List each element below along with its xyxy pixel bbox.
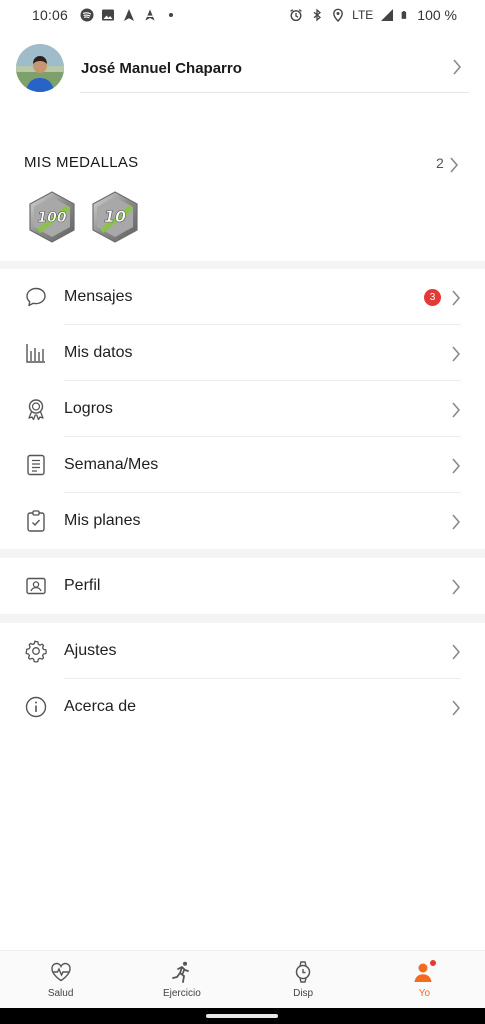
nav-tab-ejercicio[interactable]: Ejercicio	[121, 951, 242, 1008]
menu-item-logros[interactable]: Logros	[0, 381, 485, 437]
section-separator	[0, 614, 485, 623]
award-icon	[28, 399, 44, 421]
notification-badge: 3	[424, 289, 441, 306]
report-icon	[27, 454, 45, 476]
profile-row[interactable]: José Manuel Chaparro	[0, 42, 485, 96]
medal-icon: 100	[29, 191, 75, 243]
medals-title: MIS MEDALLAS	[24, 154, 139, 171]
profile-card-icon	[26, 577, 46, 595]
menu-item-semana-mes[interactable]: Semana/Mes	[0, 437, 485, 493]
nav-label: Salud	[47, 988, 74, 999]
chevron-right-icon	[452, 644, 461, 660]
menu-item-mis-planes[interactable]: Mis planes	[0, 493, 485, 549]
chevron-right-icon	[452, 290, 461, 306]
menu-item-mis-datos[interactable]: Mis datos	[0, 325, 485, 381]
medal-label: 10	[104, 207, 126, 226]
status-time: 10:06	[32, 7, 69, 23]
menu-item-perfil[interactable]: Perfil	[0, 558, 485, 614]
nav-tab-disp[interactable]: Disp	[243, 951, 364, 1008]
chevron-right-icon	[452, 346, 461, 362]
location-icon	[333, 8, 344, 22]
chevron-right-icon	[452, 700, 461, 716]
medal-badge[interactable]: 10	[90, 191, 140, 243]
medal-badge[interactable]: 100	[27, 191, 77, 243]
watch-icon	[295, 961, 311, 983]
nav-label: Ejercicio	[162, 988, 201, 999]
medal-label: 100	[37, 210, 66, 226]
alarm-icon	[290, 9, 302, 22]
clipboard-check-icon	[27, 510, 45, 532]
network-type: LTE	[352, 8, 374, 22]
menu-label: Ajustes	[64, 642, 117, 659]
chevron-right-icon	[450, 157, 459, 173]
menu-label: Logros	[64, 400, 113, 417]
section-separator	[0, 261, 485, 269]
avatar[interactable]	[16, 44, 64, 92]
navigation-outline-icon	[145, 9, 155, 21]
medal-icon: 10	[92, 191, 138, 243]
bottom-nav: Salud Ejercicio Disp Yo	[0, 950, 485, 1008]
home-gesture-handle[interactable]	[206, 1014, 278, 1018]
chevron-right-icon	[453, 59, 462, 75]
system-gesture-bar	[0, 1008, 485, 1024]
profile-name: José Manuel Chaparro	[81, 60, 242, 77]
message-icon	[26, 287, 46, 307]
signal-icon	[381, 9, 394, 21]
status-bar: 10:06 LTE 100 %	[0, 0, 485, 30]
menu-item-ajustes[interactable]: Ajustes	[0, 623, 485, 679]
gear-icon	[25, 640, 47, 663]
medals-count: 2	[436, 155, 444, 171]
divider	[80, 92, 469, 93]
chevron-right-icon	[452, 402, 461, 418]
heart-pulse-icon	[50, 962, 71, 982]
menu-item-mensajes[interactable]: Mensajes 3	[0, 269, 485, 325]
dot-icon	[169, 13, 174, 17]
menu-label: Mis datos	[64, 344, 133, 361]
menu-label: Acerca de	[64, 698, 137, 715]
nav-tab-yo[interactable]: Yo	[364, 951, 485, 1008]
nav-label: Yo	[418, 988, 431, 999]
chevron-right-icon	[452, 514, 461, 530]
navigation-icon	[124, 9, 135, 21]
chevron-right-icon	[452, 458, 461, 474]
running-icon	[171, 961, 189, 983]
section-separator	[0, 549, 485, 558]
info-icon	[25, 696, 47, 718]
image-icon	[102, 9, 115, 21]
menu-label: Semana/Mes	[64, 456, 159, 473]
avatar-image	[16, 44, 64, 92]
battery-icon	[401, 11, 407, 19]
chevron-right-icon	[452, 579, 461, 595]
spotify-icon	[80, 8, 94, 22]
menu-item-acerca-de[interactable]: Acerca de	[0, 679, 485, 735]
bluetooth-icon	[313, 8, 322, 22]
battery-level: 100 %	[417, 7, 457, 23]
nav-tab-salud[interactable]: Salud	[0, 951, 121, 1008]
menu-label: Perfil	[64, 577, 101, 594]
menu-label: Mensajes	[64, 288, 133, 305]
nav-label: Disp	[293, 988, 314, 999]
menu-label: Mis planes	[64, 512, 141, 529]
bar-chart-icon	[26, 344, 45, 363]
